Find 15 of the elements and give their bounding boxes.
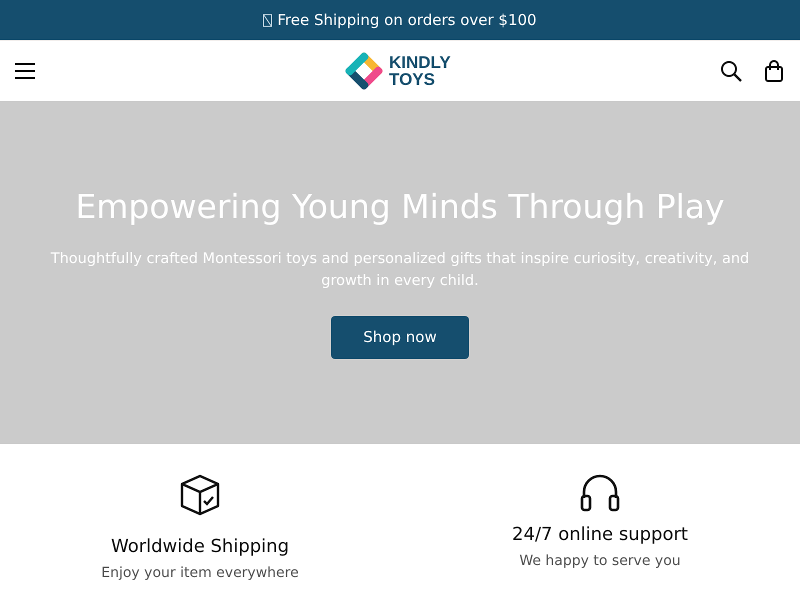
menu-icon[interactable] (14, 62, 36, 80)
shop-now-button[interactable]: Shop now (331, 316, 469, 358)
feature-title: 24/7 online support (512, 524, 688, 545)
logo-icon[interactable] (343, 50, 385, 92)
feature-title: Worldwide Shipping (110, 536, 290, 557)
feature-text: We happy to serve you (519, 553, 681, 569)
shopping-bag-icon[interactable] (764, 60, 784, 82)
headphones-icon (580, 474, 620, 512)
search-icon[interactable] (720, 60, 742, 82)
announcement-text: Free Shipping on orders over $100 (277, 11, 537, 29)
missing-glyph-icon (263, 14, 272, 26)
logo-text[interactable]: KINDLY (389, 54, 451, 71)
feature-text: Enjoy your item everywhere (101, 565, 299, 581)
box-check-icon (180, 474, 220, 516)
logo-text[interactable]: TOYS (389, 71, 451, 88)
